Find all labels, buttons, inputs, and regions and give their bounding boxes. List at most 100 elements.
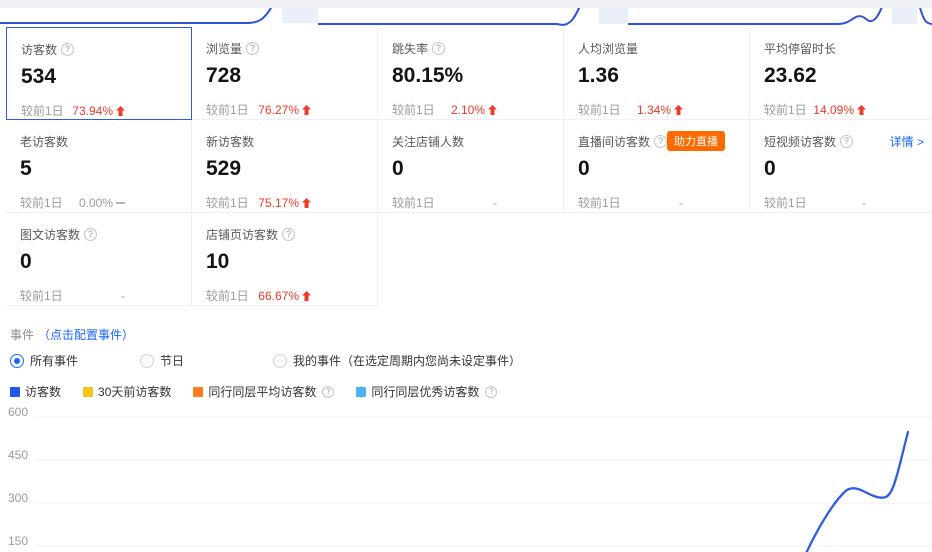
info-icon[interactable]: ? xyxy=(840,135,853,148)
info-icon[interactable]: ? xyxy=(432,42,445,55)
metric-label: 店铺页访客数 xyxy=(206,226,278,243)
compare-label: 较前1日 xyxy=(392,101,435,118)
visitors-line-chart[interactable]: 600 450 300 150 xyxy=(0,405,932,552)
legend-label: 同行同层平均访客数 xyxy=(208,383,316,400)
compare-label: 较前1日 xyxy=(578,194,621,211)
empty-cell xyxy=(378,213,564,306)
metric-value: 728 xyxy=(206,63,367,89)
legend-item-peer-excellent[interactable]: 同行同层优秀访客数 ? xyxy=(356,383,497,400)
radio-label: 我的事件（在选定周期内您尚未设定事件） xyxy=(293,352,521,369)
y-axis-tick: 450 xyxy=(8,448,28,462)
legend-swatch xyxy=(356,387,366,397)
metric-value: 23.62 xyxy=(764,63,922,89)
metric-card-bounce-rate[interactable]: 跳失率? 80.15% 较前1日 2.10% xyxy=(378,27,564,120)
compare-label: 较前1日 xyxy=(392,194,435,211)
previous-chart-remnant xyxy=(0,0,932,27)
trend-value: 0.00% xyxy=(79,196,125,210)
metric-card-returning-visitors[interactable]: 老访客数 5 较前1日 0.00% xyxy=(6,120,192,213)
metric-value: 5 xyxy=(20,156,181,182)
up-arrow-icon xyxy=(302,291,311,301)
metric-label: 图文访客数 xyxy=(20,226,80,243)
trend-value: 2.10% xyxy=(451,103,497,117)
up-arrow-icon xyxy=(302,105,311,115)
metric-value: 10 xyxy=(206,249,367,275)
radio-label: 所有事件 xyxy=(30,352,78,369)
y-axis-tick: 600 xyxy=(8,405,28,419)
compare-label: 较前1日 xyxy=(206,101,249,118)
info-icon[interactable]: ? xyxy=(654,135,667,148)
compare-label: 较前1日 xyxy=(206,287,249,304)
metric-card-short-video-visitors[interactable]: 短视频访客数? 详情 > 0 较前1日 - xyxy=(750,120,932,213)
up-arrow-icon xyxy=(674,105,683,115)
info-icon[interactable]: ? xyxy=(246,42,259,55)
legend-label: 同行同层优秀访客数 xyxy=(371,383,479,400)
compare-label: 较前1日 xyxy=(21,102,64,119)
trend-value: - xyxy=(679,196,683,210)
y-axis-tick: 300 xyxy=(8,491,28,505)
metric-card-views-per-visitor[interactable]: 人均浏览量 1.36 较前1日 1.34% xyxy=(564,27,750,120)
metric-card-shop-followers[interactable]: 关注店铺人数 0 较前1日 - xyxy=(378,120,564,213)
boost-livestream-badge[interactable]: 助力直播 xyxy=(667,131,725,151)
radio-label: 节日 xyxy=(160,352,184,369)
legend-item-peer-average[interactable]: 同行同层平均访客数 ? xyxy=(193,383,334,400)
metric-value: 0 xyxy=(764,156,922,182)
metric-card-avg-stay-time[interactable]: 平均停留时长 23.62 较前1日 14.09% xyxy=(750,27,932,120)
legend-label: 访客数 xyxy=(25,383,61,400)
radio-all-events[interactable]: 所有事件 xyxy=(10,352,140,369)
compare-label: 较前1日 xyxy=(764,101,807,118)
legend-item-visitors-30d-ago[interactable]: 30天前访客数 xyxy=(83,383,171,400)
events-section: 事件 （点击配置事件） 所有事件 节日 我的事件（在选定周期内您尚未设定事件） xyxy=(10,326,521,369)
radio-icon[interactable] xyxy=(10,354,24,368)
radio-my-events[interactable]: 我的事件（在选定周期内您尚未设定事件） xyxy=(273,352,521,369)
trend-value: 76.27% xyxy=(258,103,311,117)
legend-swatch xyxy=(10,387,20,397)
metric-card-livestream-visitors[interactable]: 直播间访客数? 助力直播 0 较前1日 - xyxy=(564,120,750,213)
info-icon[interactable]: ? xyxy=(322,386,334,398)
metric-card-image-text-visitors[interactable]: 图文访客数? 0 较前1日 - xyxy=(6,213,192,306)
metric-cards-grid: 访客数? 534 较前1日 73.94% 浏览量? 728 较前1日 76.27… xyxy=(6,27,932,306)
trend-value: 73.94% xyxy=(72,104,125,118)
radio-icon[interactable] xyxy=(140,354,154,368)
configure-events-link[interactable]: （点击配置事件） xyxy=(38,326,134,343)
info-icon[interactable]: ? xyxy=(485,386,497,398)
compare-label: 较前1日 xyxy=(20,194,63,211)
metric-label: 关注店铺人数 xyxy=(392,133,464,150)
metric-value: 1.36 xyxy=(578,63,739,89)
radio-holidays[interactable]: 节日 xyxy=(140,352,273,369)
legend-swatch xyxy=(83,387,93,397)
metric-value: 534 xyxy=(21,64,181,90)
metric-label: 人均浏览量 xyxy=(578,40,638,57)
events-title: 事件 xyxy=(10,326,34,343)
trend-value: 75.17% xyxy=(258,196,311,210)
compare-label: 较前1日 xyxy=(206,194,249,211)
trend-value: - xyxy=(862,196,866,210)
metric-label: 平均停留时长 xyxy=(764,40,836,57)
metric-card-shop-page-visitors[interactable]: 店铺页访客数? 10 较前1日 66.67% xyxy=(192,213,378,306)
metric-label: 跳失率 xyxy=(392,40,428,57)
metric-card-new-visitors[interactable]: 新访客数 529 较前1日 75.17% xyxy=(192,120,378,213)
legend-item-visitors[interactable]: 访客数 xyxy=(10,383,61,400)
visitors-series-line xyxy=(803,432,908,552)
info-icon[interactable]: ? xyxy=(84,228,97,241)
metric-card-visitors[interactable]: 访客数? 534 较前1日 73.94% xyxy=(6,27,192,120)
up-arrow-icon xyxy=(302,198,311,208)
metric-card-pageviews[interactable]: 浏览量? 728 较前1日 76.27% xyxy=(192,27,378,120)
metric-value: 0 xyxy=(578,156,739,182)
legend-swatch xyxy=(193,387,203,397)
trend-value: 1.34% xyxy=(637,103,683,117)
details-link[interactable]: 详情 > xyxy=(890,133,924,150)
info-icon[interactable]: ? xyxy=(282,228,295,241)
metric-label: 短视频访客数 xyxy=(764,133,836,150)
up-arrow-icon xyxy=(116,106,125,116)
metric-value: 80.15% xyxy=(392,63,553,89)
compare-label: 较前1日 xyxy=(20,287,63,304)
metric-value: 529 xyxy=(206,156,367,182)
trend-value: 66.67% xyxy=(258,289,311,303)
metric-label: 访客数 xyxy=(21,41,57,58)
metric-label: 新访客数 xyxy=(206,133,254,150)
metric-value: 0 xyxy=(20,249,181,275)
up-arrow-icon xyxy=(488,105,497,115)
radio-icon[interactable] xyxy=(273,354,287,368)
info-icon[interactable]: ? xyxy=(61,43,74,56)
y-axis-tick: 150 xyxy=(8,534,28,548)
